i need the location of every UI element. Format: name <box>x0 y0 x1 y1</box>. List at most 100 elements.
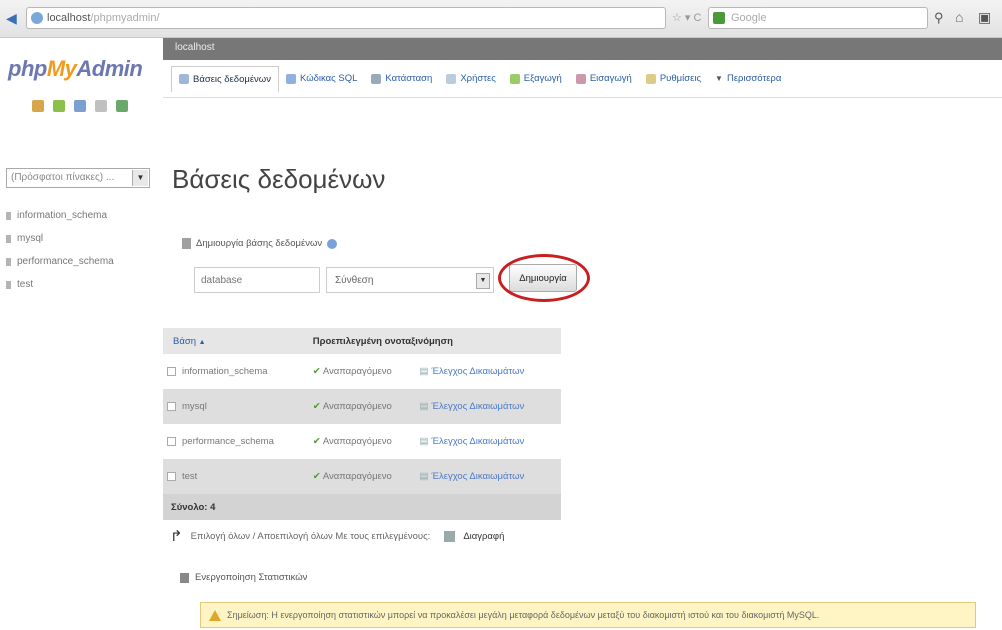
db-name-link[interactable]: mysql <box>182 401 207 412</box>
column-header-database[interactable]: Βάση ▲ <box>163 328 313 354</box>
check-privileges-link[interactable]: Έλεγχος Δικαιωμάτων <box>432 436 525 447</box>
url-path: /phpmyadmin/ <box>90 12 160 24</box>
replication-cell: ✔ Αναπαραγόμενο <box>312 354 420 389</box>
tree-item-label: performance_schema <box>17 255 114 267</box>
site-identity-icon[interactable] <box>31 12 43 24</box>
reload-nav-icon[interactable] <box>116 100 128 112</box>
row-checkbox[interactable] <box>167 471 176 481</box>
databases-table: Βάση ▲ Προεπιλεγμένη ονοταξινόμηση infor… <box>163 328 561 520</box>
replication-cell: ✔ Αναπαραγόμενο <box>312 389 420 424</box>
sql-icon <box>285 73 296 84</box>
reload-icon[interactable]: ☆ ▾ C <box>672 11 701 24</box>
db-cell: mysql <box>163 389 313 424</box>
bulk-actions: ↱ Επιλογή όλων / Αποεπιλογή όλων Με τους… <box>170 527 504 545</box>
column-header-label: Βάση <box>173 335 196 347</box>
home-icon[interactable]: ⌂ <box>955 9 963 25</box>
drop-button[interactable]: Διαγραφή <box>463 531 504 542</box>
replication-status: Αναπαραγόμενο <box>322 436 392 447</box>
db-name-link[interactable]: information_schema <box>182 366 268 377</box>
tree-item-mysql[interactable]: mysql <box>6 227 114 250</box>
tab-more[interactable]: ▼ Περισσότερα <box>708 66 788 92</box>
notice-text: Σημείωση: Η ενεργοποίηση στατιστικών μπο… <box>227 610 820 620</box>
row-checkbox[interactable] <box>167 436 176 446</box>
db-cell: test <box>163 459 313 494</box>
users-icon <box>446 73 457 84</box>
logout-icon[interactable] <box>53 100 65 112</box>
tree-item-information-schema[interactable]: information_schema <box>6 204 114 227</box>
select-all-link[interactable]: Επιλογή όλων / Αποεπιλογή όλων Με τους ε… <box>191 531 431 542</box>
privileges-cell: ▤ Έλεγχος Δικαιωμάτων <box>419 389 561 424</box>
server-label[interactable]: localhost <box>175 42 214 53</box>
enable-statistics[interactable]: Ενεργοποίηση Στατιστικών <box>180 572 307 583</box>
tree-item-test[interactable]: test <box>6 273 114 296</box>
check-privileges-link[interactable]: Έλεγχος Δικαιωμάτων <box>432 471 525 482</box>
collation-select[interactable]: Σύνθεση ▼ <box>326 267 494 293</box>
google-icon[interactable] <box>713 12 725 24</box>
row-checkbox[interactable] <box>167 366 176 376</box>
search-icon[interactable]: ⚲ <box>934 10 944 26</box>
help-icon[interactable] <box>327 238 338 249</box>
tree-item-label: mysql <box>17 232 44 244</box>
page-title: Βάσεις δεδομένων <box>172 164 386 194</box>
replication-cell: ✔ Αναπαραγόμενο <box>312 459 420 494</box>
privileges-icon: ▤ <box>419 436 429 447</box>
home-nav-icon[interactable] <box>32 100 44 112</box>
drop-icon <box>444 530 456 542</box>
status-icon <box>371 73 382 84</box>
tree-item-performance-schema[interactable]: performance_schema <box>6 250 114 273</box>
query-window-icon[interactable] <box>74 100 86 112</box>
chevron-down-icon[interactable]: ▼ <box>476 273 490 289</box>
docs-icon[interactable] <box>95 100 107 112</box>
table-row: mysql ✔ Αναπαραγόμενο ▤ Έλεγχος Δικαιωμάτ… <box>163 389 561 424</box>
settings-icon <box>645 73 656 84</box>
tree-item-label: information_schema <box>17 209 108 221</box>
tab-status[interactable]: Κατάσταση <box>364 66 439 92</box>
statistics-icon <box>180 572 189 583</box>
chevron-down-icon[interactable]: ▼ <box>132 170 148 186</box>
tab-label: Εξαγωγή <box>523 73 562 84</box>
privileges-cell: ▤ Έλεγχος Δικαιωμάτων <box>419 459 561 494</box>
db-name-link[interactable]: performance_schema <box>182 436 274 447</box>
tree-item-label: test <box>17 278 34 290</box>
replication-status: Αναπαραγόμενο <box>322 366 392 377</box>
database-name-input[interactable] <box>194 267 320 293</box>
tab-import[interactable]: Εισαγωγή <box>569 66 639 92</box>
total-count: Σύνολο: 4 <box>163 494 561 520</box>
nav-icon-bar <box>32 100 128 112</box>
recent-tables-select[interactable]: (Πρόσφατοι πίνακες) ... ▼ <box>6 168 150 188</box>
database-icon <box>6 257 11 266</box>
browser-toolbar: ◀ localhost/phpmyadmin/ ☆ ▾ C Google ⚲ ⌂… <box>0 0 1002 38</box>
replication-status: Αναπαραγόμενο <box>322 471 392 482</box>
tab-sql[interactable]: Κώδικας SQL <box>279 66 364 92</box>
logo-admin: Admin <box>76 56 143 81</box>
enable-statistics-link[interactable]: Ενεργοποίηση Στατιστικών <box>195 572 307 583</box>
db-cell: information_schema <box>163 354 313 389</box>
check-privileges-link[interactable]: Έλεγχος Δικαιωμάτων <box>432 366 525 377</box>
db-name-link[interactable]: test <box>182 471 197 482</box>
create-database-button[interactable]: Δημιουργία <box>509 264 577 292</box>
row-checkbox[interactable] <box>167 401 176 411</box>
database-add-icon <box>182 238 191 249</box>
check-privileges-link[interactable]: Έλεγχος Δικαιωμάτων <box>432 401 525 412</box>
tab-label: Περισσότερα <box>726 73 782 84</box>
chevron-down-icon: ▼ <box>715 74 723 83</box>
logo-my: My <box>46 56 77 81</box>
tab-export[interactable]: Εξαγωγή <box>503 66 569 92</box>
phpmyadmin-logo[interactable]: phpMyAdmin <box>8 56 143 82</box>
table-row: information_schema ✔ Αναπαραγόμενο ▤ Έλεγ… <box>163 354 561 389</box>
back-arrow-icon[interactable]: ◀ <box>6 10 22 26</box>
tab-label: Χρήστες <box>460 73 496 84</box>
table-row: test ✔ Αναπαραγόμενο ▤ Έλεγχος Δικαιωμάτω… <box>163 459 561 494</box>
privileges-icon: ▤ <box>419 471 429 482</box>
database-icon <box>6 211 11 220</box>
bookmarks-icon[interactable]: ▣ <box>978 9 991 26</box>
database-icon <box>6 280 11 289</box>
tab-users[interactable]: Χρήστες <box>439 66 502 92</box>
search-placeholder: Google <box>731 12 767 24</box>
tab-settings[interactable]: Ρυθμίσεις <box>639 66 708 92</box>
tab-databases[interactable]: Βάσεις δεδομένων <box>171 65 279 92</box>
tab-label: Κώδικας SQL <box>299 73 358 84</box>
address-bar[interactable]: localhost/phpmyadmin/ <box>26 7 666 29</box>
browser-search-box[interactable]: Google <box>708 7 928 29</box>
url-host: localhost <box>47 12 91 24</box>
